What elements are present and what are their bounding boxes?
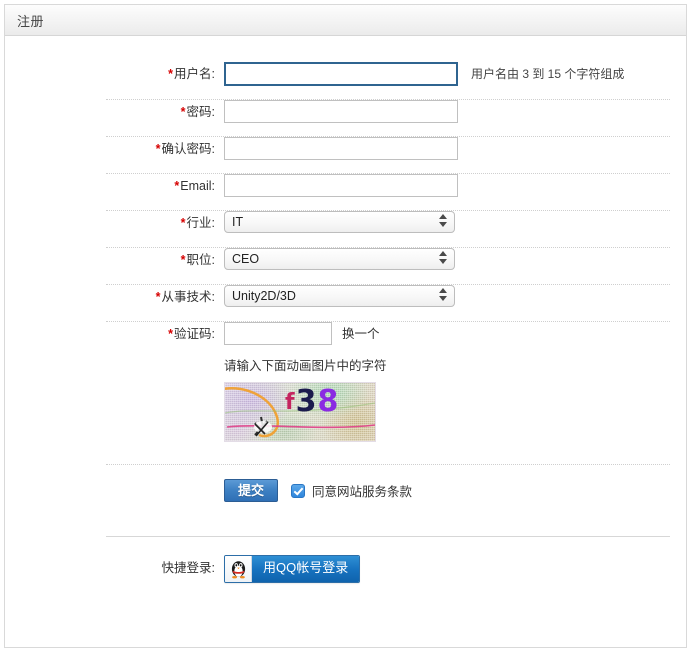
agree-terms-wrap: 同意网站服务条款 <box>291 481 412 500</box>
registration-form: *用户名: 用户名由 3 到 15 个字符组成 *密码: <box>5 36 686 595</box>
password-label-text: 密码: <box>187 105 215 119</box>
required-marker: * <box>174 179 179 193</box>
username-label: *用户名: <box>5 62 224 86</box>
industry-label: *行业: <box>5 211 224 235</box>
agree-terms-checkbox[interactable] <box>291 484 305 498</box>
technology-select[interactable]: Unity2D/3D <box>224 285 455 307</box>
form-row-email: *Email: <box>5 174 686 210</box>
page-title: 注册 <box>17 11 44 30</box>
password-label: *密码: <box>5 100 224 124</box>
captcha-char-1: f <box>285 388 296 418</box>
username-label-text: 用户名: <box>174 67 215 81</box>
required-marker: * <box>181 216 186 230</box>
submit-control: 提交 同意网站服务条款 <box>224 479 412 502</box>
form-row-captcha: *验证码: 换一个 请输入下面动画图片中的字符 <box>5 322 686 454</box>
confirm-password-input[interactable] <box>224 137 458 160</box>
password-input[interactable] <box>224 100 458 123</box>
form-row-industry: *行业: IT <box>5 211 686 247</box>
captcha-label: *验证码: <box>5 322 224 346</box>
form-row-confirm-password: *确认密码: <box>5 137 686 173</box>
email-label: *Email: <box>5 174 224 198</box>
captcha-control: 换一个 请输入下面动画图片中的字符 <box>224 322 387 442</box>
form-row-password: *密码: <box>5 100 686 136</box>
position-select[interactable]: CEO <box>224 248 455 270</box>
required-marker: * <box>168 327 173 341</box>
qq-login-button[interactable]: 用QQ帐号登录 <box>224 555 360 583</box>
qq-login-label: 用QQ帐号登录 <box>252 556 359 582</box>
confirm-password-label: *确认密码: <box>5 137 224 161</box>
captcha-label-text: 验证码: <box>174 327 215 341</box>
technology-label: *从事技术: <box>5 285 224 309</box>
form-row-quick-login: 快捷登录: <box>5 537 686 595</box>
agree-terms-label: 同意网站服务条款 <box>312 481 412 500</box>
confirm-password-label-text: 确认密码: <box>162 142 215 156</box>
form-row-position: *职位: CEO <box>5 248 686 284</box>
qq-penguin-icon <box>225 556 252 582</box>
required-marker: * <box>168 67 173 81</box>
email-control <box>224 174 458 197</box>
industry-control: IT <box>224 211 455 233</box>
captcha-tip: 请输入下面动画图片中的字符 <box>224 355 387 374</box>
captcha-image[interactable]: f38 <box>224 382 376 442</box>
required-marker: * <box>181 253 186 267</box>
captcha-refresh-link[interactable]: 换一个 <box>342 322 380 346</box>
quick-login-label: 快捷登录: <box>5 555 224 581</box>
technology-label-text: 从事技术: <box>162 290 215 304</box>
username-hint: 用户名由 3 到 15 个字符组成 <box>471 62 624 87</box>
position-label-text: 职位: <box>187 253 215 267</box>
technology-control: Unity2D/3D <box>224 285 455 307</box>
required-marker: * <box>156 290 161 304</box>
email-field[interactable] <box>224 174 458 197</box>
form-row-username: *用户名: 用户名由 3 到 15 个字符组成 <box>5 62 686 99</box>
form-row-submit: 提交 同意网站服务条款 <box>5 465 686 514</box>
required-marker: * <box>156 142 161 156</box>
submit-button[interactable]: 提交 <box>224 479 278 502</box>
captcha-characters: f38 <box>285 387 339 420</box>
username-control <box>224 62 458 86</box>
captcha-char-2: 3 <box>296 387 318 417</box>
quick-login-control: 用QQ帐号登录 <box>224 555 360 583</box>
captcha-input[interactable] <box>224 322 332 345</box>
registration-page: 注册 *用户名: 用户名由 3 到 15 个字符组成 *密码: <box>0 0 691 652</box>
registration-panel: 注册 *用户名: 用户名由 3 到 15 个字符组成 *密码: <box>4 4 687 648</box>
industry-label-text: 行业: <box>187 216 215 230</box>
required-marker: * <box>181 105 186 119</box>
captcha-char-3: 8 <box>317 387 339 417</box>
email-label-text: Email: <box>180 179 215 193</box>
industry-select[interactable]: IT <box>224 211 455 233</box>
position-control: CEO <box>224 248 455 270</box>
form-row-technology: *从事技术: Unity2D/3D <box>5 285 686 321</box>
password-control <box>224 100 458 123</box>
username-input[interactable] <box>224 62 458 86</box>
panel-header: 注册 <box>5 5 686 36</box>
position-label: *职位: <box>5 248 224 272</box>
confirm-password-control <box>224 137 458 160</box>
